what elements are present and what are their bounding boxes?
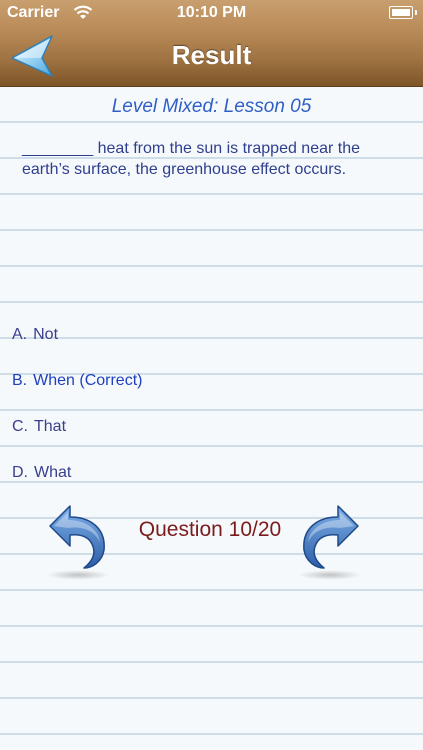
navigation-bar: Result xyxy=(0,26,423,86)
previous-question-button[interactable] xyxy=(46,500,110,572)
top-bar: Carrier 10:10 PM Result xyxy=(0,0,423,87)
curved-arrow-left-icon xyxy=(49,505,105,569)
answer-option-d[interactable]: D. What xyxy=(12,464,392,482)
answer-text: That xyxy=(34,418,67,435)
question-text: ________ heat from the sun is trapped ne… xyxy=(22,140,361,178)
status-bar: Carrier 10:10 PM xyxy=(0,0,423,26)
curved-arrow-right-icon xyxy=(303,505,359,569)
answer-option-c[interactable]: C. That xyxy=(12,418,392,436)
answer-option-b[interactable]: B. When (Correct) xyxy=(12,372,392,390)
answer-text: When (Correct) xyxy=(33,372,143,389)
answer-text: Not xyxy=(33,326,59,343)
answer-text: What xyxy=(34,464,72,481)
battery-icon xyxy=(389,6,417,19)
clock: 10:10 PM xyxy=(176,4,247,21)
answer-letter: B. xyxy=(12,372,28,389)
answer-letter: D. xyxy=(12,464,28,481)
lesson-title: Level Mixed: Lesson 05 xyxy=(111,96,312,117)
answer-letter: C. xyxy=(12,418,28,435)
page-title: Result xyxy=(171,40,252,70)
answer-letter: A. xyxy=(12,326,28,343)
question-counter: Question 10/20 xyxy=(138,518,282,541)
next-question-button[interactable] xyxy=(298,500,362,572)
answer-option-a[interactable]: A. Not xyxy=(12,326,392,344)
